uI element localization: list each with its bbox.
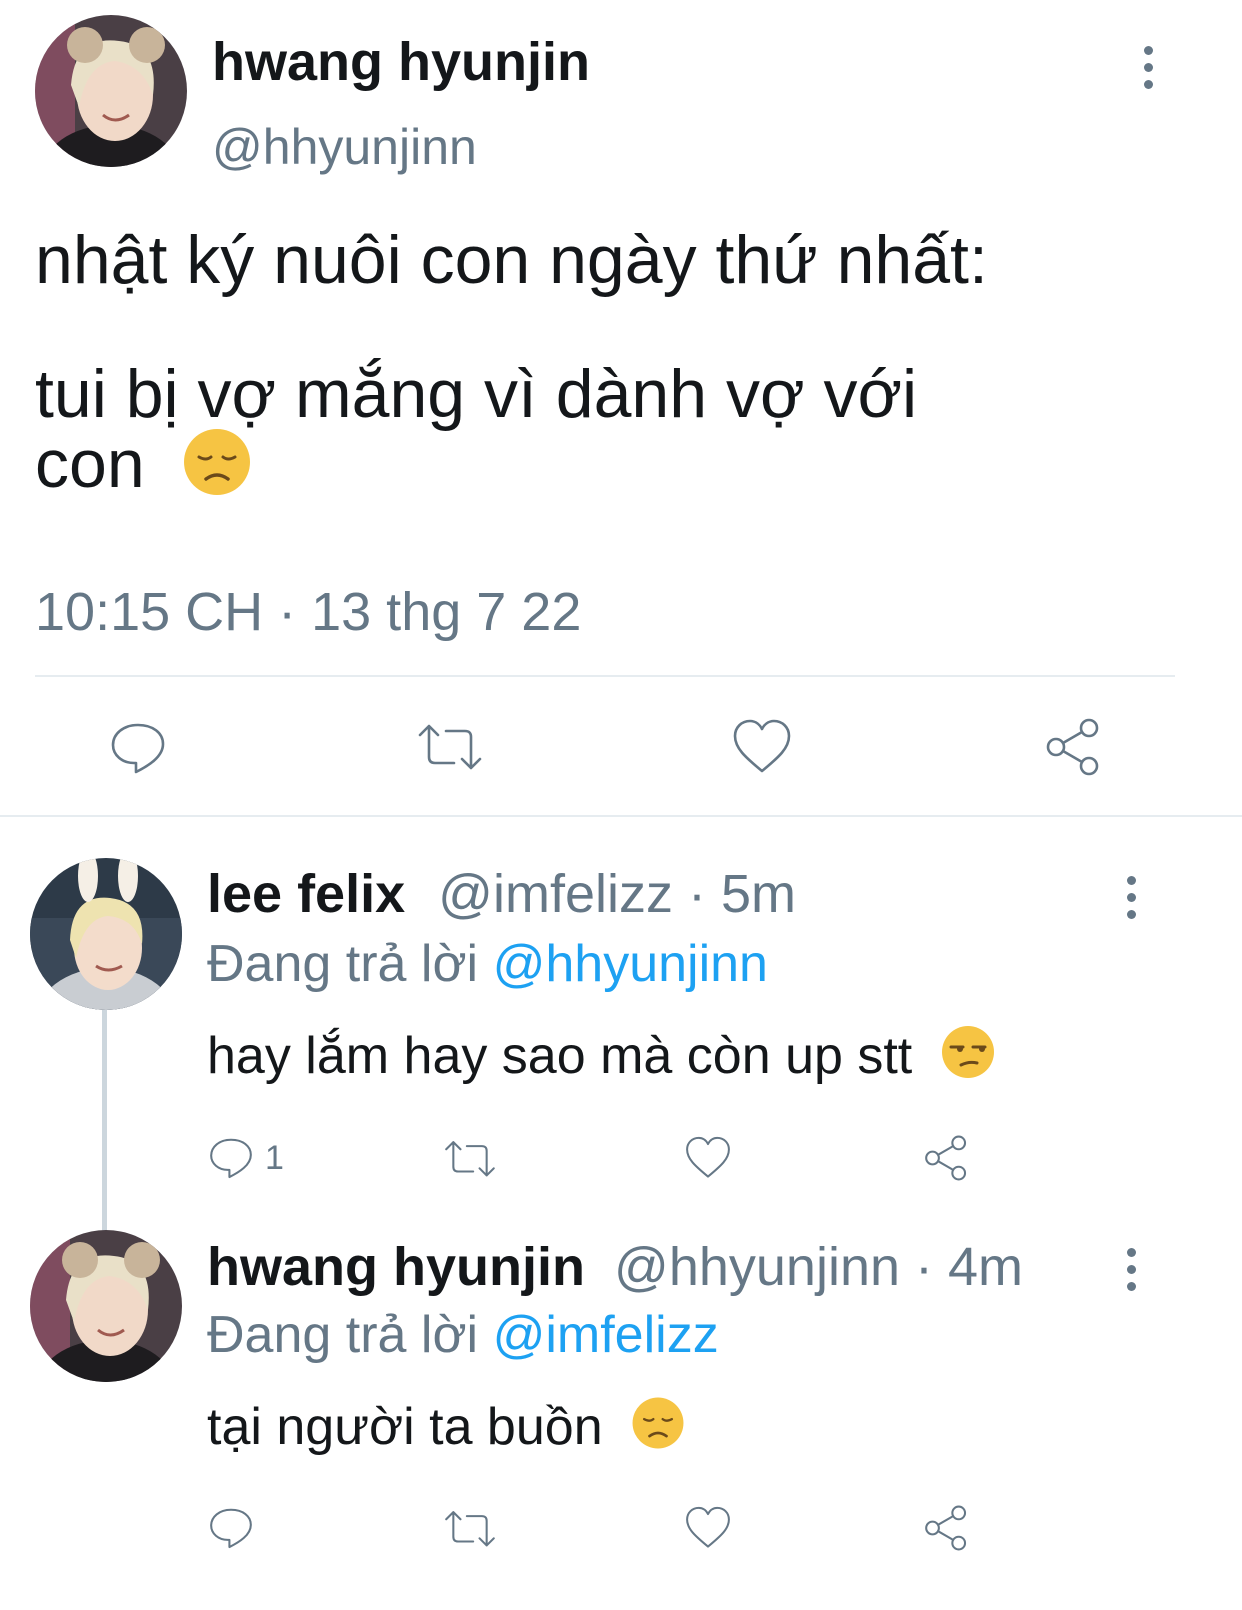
reply2-author-avatar[interactable] xyxy=(30,1230,182,1382)
like-icon xyxy=(686,1506,730,1548)
share-icon xyxy=(1046,718,1099,776)
retweet-icon xyxy=(445,1511,495,1547)
reply2-author-name[interactable]: hwang hyunjin xyxy=(207,1237,585,1297)
reply2-more-options-icon[interactable] xyxy=(1127,1248,1143,1299)
main-tweet-line-3-text: con xyxy=(35,426,145,502)
main-tweet-line-3: con xyxy=(35,426,988,512)
main-tweet-divider xyxy=(35,675,1175,677)
reply2-replying-to: Đang trả lời @imfelizz xyxy=(207,1303,719,1367)
share-icon xyxy=(925,1135,967,1181)
disappointed-face-emoji xyxy=(631,1396,685,1465)
like-icon xyxy=(733,719,791,773)
main-author-avatar[interactable] xyxy=(35,15,187,167)
reply1-time[interactable]: · 5m xyxy=(688,864,796,924)
reply1-share-button[interactable] xyxy=(922,1135,970,1186)
reply1-reply-button[interactable]: 1 xyxy=(207,1135,284,1181)
main-tweet-line-1: nhật ký nuôi con ngày thứ nhất: xyxy=(35,222,988,298)
main-reply-button[interactable] xyxy=(108,717,168,782)
reply2-share-button[interactable] xyxy=(922,1505,970,1556)
main-tweet-timestamp[interactable]: 10:15 CH · 13 thg 7 22 xyxy=(35,580,581,644)
reply1-replying-prefix: Đang trả lời xyxy=(207,935,479,993)
main-author-handle[interactable]: @hhyunjinn xyxy=(212,117,477,177)
reply1-author-avatar[interactable] xyxy=(30,858,182,1010)
main-tweet-text: nhật ký nuôi con ngày thứ nhất: tui bị v… xyxy=(35,222,988,512)
reply1-header: lee felix @imfelizz · 5m xyxy=(207,862,796,926)
reply1-author-handle[interactable]: @imfelizz xyxy=(438,864,673,924)
reply2-text-content: tại người ta buồn xyxy=(207,1398,603,1456)
main-tweet-line-2: tui bị vợ mắng vì dành vợ với xyxy=(35,356,918,432)
main-like-button[interactable] xyxy=(731,717,793,782)
reply2-time[interactable]: · 4m xyxy=(915,1237,1023,1297)
reply1-author-name[interactable]: lee felix xyxy=(207,864,405,924)
section-divider xyxy=(0,815,1242,817)
main-author-name[interactable]: hwang hyunjin xyxy=(212,30,590,94)
main-share-button[interactable] xyxy=(1043,717,1103,782)
reply1-like-button[interactable] xyxy=(684,1135,732,1186)
reply-icon xyxy=(210,1138,252,1179)
unamused-face-emoji xyxy=(941,1025,995,1094)
reply1-text: hay lắm hay sao mà còn up stt xyxy=(207,1024,995,1094)
retweet-icon xyxy=(445,1141,495,1177)
reply2-replying-prefix: Đang trả lời xyxy=(207,1306,479,1364)
thread-line xyxy=(102,1010,107,1232)
like-icon xyxy=(686,1136,730,1178)
reply-icon xyxy=(111,723,165,774)
retweet-icon xyxy=(418,724,482,770)
reply1-replying-to: Đang trả lời @hhyunjinn xyxy=(207,932,768,996)
reply2-like-button[interactable] xyxy=(684,1505,732,1556)
reply1-retweet-button[interactable] xyxy=(443,1135,497,1186)
reply1-reply-count: 1 xyxy=(265,1138,284,1177)
share-icon xyxy=(925,1505,967,1551)
reply2-replying-to-link[interactable]: @imfelizz xyxy=(493,1306,719,1364)
reply2-author-handle[interactable]: @hhyunjinn xyxy=(614,1237,900,1297)
main-retweet-button[interactable] xyxy=(416,717,484,782)
reply2-header: hwang hyunjin @hhyunjinn · 4m xyxy=(207,1235,1023,1299)
reply2-text: tại người ta buồn xyxy=(207,1395,685,1465)
reply1-replying-to-link[interactable]: @hhyunjinn xyxy=(493,935,768,993)
reply1-more-options-icon[interactable] xyxy=(1127,876,1143,927)
reply-icon xyxy=(210,1508,252,1549)
main-more-options-icon[interactable] xyxy=(1144,46,1160,97)
disappointed-face-emoji xyxy=(182,427,252,512)
reply1-text-content: hay lắm hay sao mà còn up stt xyxy=(207,1027,913,1085)
reply2-retweet-button[interactable] xyxy=(443,1505,497,1556)
reply2-reply-button[interactable] xyxy=(207,1505,255,1556)
